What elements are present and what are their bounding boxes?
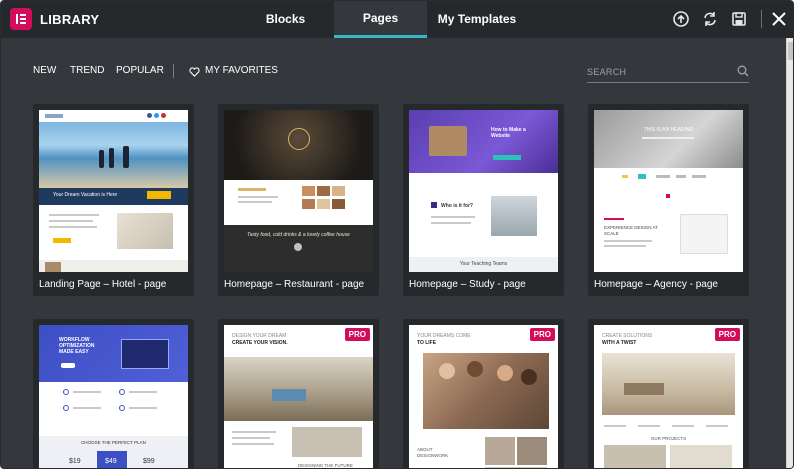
template-thumbnail: WORKFLOW OPTIMIZATION MADE EASY CHOOSE T… <box>39 325 188 468</box>
close-icon[interactable] <box>770 10 788 28</box>
template-title: Homepage – Study - page <box>409 279 526 290</box>
filter-trend[interactable]: TREND <box>70 65 104 76</box>
template-card-agency[interactable]: THIS IS AN HEADING EXPERIENCE DESIGN AT … <box>588 104 749 296</box>
library-modal: LIBRARY Blocks Pages My Templates NEW TR… <box>0 0 794 469</box>
tab-pages[interactable]: Pages <box>334 1 427 38</box>
template-thumbnail: Your Dream Vacation is Here <box>39 110 188 272</box>
template-card-hotel[interactable]: Your Dream Vacation is Here Landing Page… <box>33 104 194 296</box>
template-card-restaurant[interactable]: Tasty food, cold drinks & a lovely coffe… <box>218 104 379 296</box>
solutions-projects: OUR PROJECTS <box>650 436 687 441</box>
template-title: Homepage – Agency - page <box>594 279 718 290</box>
dream-line2: CREATE YOUR VISION. <box>232 340 288 346</box>
dream-future: DESIGNING THE FUTURE <box>298 463 353 468</box>
filter-new[interactable]: NEW <box>33 65 56 76</box>
agency-heading: THIS IS AN HEADING <box>643 127 694 133</box>
workflow-price-2: $49 <box>105 458 117 465</box>
study-teams: Your Teaching Teams <box>459 261 508 267</box>
workflow-plan: CHOOSE THE PERFECT PLAN <box>81 440 146 445</box>
team-line1: YOUR DREAMS COME <box>417 333 471 339</box>
save-icon[interactable] <box>730 10 748 28</box>
template-thumbnail: DESIGN YOUR DREAM CREATE YOUR VISION. DE… <box>224 325 373 468</box>
hotel-tagline: Your Dream Vacation is Here <box>53 192 118 198</box>
scrollbar[interactable] <box>786 38 793 468</box>
library-header: LIBRARY Blocks Pages My Templates <box>1 1 793 38</box>
study-heading: How to Make a Website <box>491 127 526 139</box>
scrollbar-thumb[interactable] <box>788 42 793 60</box>
sync-icon[interactable] <box>701 10 719 28</box>
filter-divider <box>173 64 174 78</box>
library-title: LIBRARY <box>40 12 100 27</box>
template-card-workflow[interactable]: WORKFLOW OPTIMIZATION MADE EASY CHOOSE T… <box>33 319 194 468</box>
template-thumbnail: How to Make a Website Who is it for? You… <box>409 110 558 272</box>
elementor-logo-icon <box>10 8 32 30</box>
template-card-study[interactable]: How to Make a Website Who is it for? You… <box>403 104 564 296</box>
template-card-dream-pro[interactable]: DESIGN YOUR DREAM CREATE YOUR VISION. DE… <box>218 319 379 468</box>
agency-design: EXPERIENCE DESIGN AT SCALE <box>604 225 658 236</box>
filter-my-favorites[interactable]: MY FAVORITES <box>205 65 278 76</box>
upload-icon[interactable] <box>672 10 690 28</box>
template-card-team-pro[interactable]: YOUR DREAMS COME TO LIFE ABOUT DESIGNWOR… <box>403 319 564 468</box>
pro-badge: PRO <box>714 328 740 341</box>
search-input[interactable] <box>587 63 727 81</box>
template-title: Landing Page – Hotel - page <box>39 279 167 290</box>
workflow-price-1: $19 <box>69 458 81 465</box>
tab-blocks[interactable]: Blocks <box>237 1 334 38</box>
restaurant-script: Tasty food, cold drinks & a lovely coffe… <box>247 232 350 238</box>
search-box <box>587 61 749 83</box>
workflow-price-3: $99 <box>143 458 155 465</box>
dream-line1: DESIGN YOUR DREAM <box>232 333 287 339</box>
tab-my-templates[interactable]: My Templates <box>427 1 527 38</box>
heart-icon[interactable] <box>189 67 200 77</box>
pro-badge: PRO <box>529 328 555 341</box>
study-who: Who is it for? <box>441 203 473 209</box>
template-card-solutions-pro[interactable]: CREATE SOLUTIONS WITH A TWIST OUR PROJEC… <box>588 319 749 468</box>
pro-badge: PRO <box>344 328 370 341</box>
workflow-heading: WORKFLOW OPTIMIZATION MADE EASY <box>59 337 95 355</box>
solutions-line2: WITH A TWIST <box>602 340 637 346</box>
template-thumbnail: Tasty food, cold drinks & a lovely coffe… <box>224 110 373 272</box>
filter-popular[interactable]: POPULAR <box>116 65 164 76</box>
search-icon[interactable] <box>737 65 749 77</box>
solutions-line1: CREATE SOLUTIONS <box>602 333 653 339</box>
team-line2: TO LIFE <box>417 340 437 346</box>
template-thumbnail: YOUR DREAMS COME TO LIFE ABOUT DESIGNWOR… <box>409 325 558 468</box>
header-divider <box>761 10 762 28</box>
template-title: Homepage – Restaurant - page <box>224 279 365 290</box>
template-thumbnail: THIS IS AN HEADING EXPERIENCE DESIGN AT … <box>594 110 743 272</box>
template-thumbnail: CREATE SOLUTIONS WITH A TWIST OUR PROJEC… <box>594 325 743 468</box>
team-about: ABOUT DESIGNWORK <box>417 447 449 458</box>
